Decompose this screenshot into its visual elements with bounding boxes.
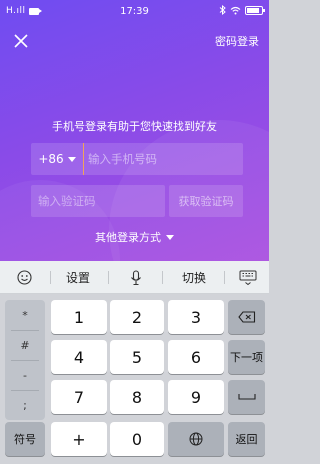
language-key[interactable] — [168, 422, 224, 456]
verification-code-input[interactable] — [31, 185, 165, 217]
chevron-down-icon — [166, 234, 174, 240]
symbol-column[interactable]: * # - ; — [5, 300, 45, 420]
phone-input[interactable] — [83, 143, 243, 175]
space-key[interactable] — [228, 380, 265, 414]
get-code-button[interactable]: 获取验证码 — [169, 185, 243, 217]
hide-keyboard-button[interactable] — [230, 261, 266, 294]
backspace-key[interactable] — [228, 300, 265, 334]
next-field-key[interactable]: 下一项 — [228, 340, 265, 374]
country-code-label: +86 — [38, 152, 64, 166]
switch-keyboard-button[interactable]: 切换 — [172, 261, 216, 294]
login-panel: H.ıll 17:39 密码登录 手机号登录有助于您快速找到好友 +86 获取验… — [0, 0, 269, 261]
keyboard-toolbar: 设置 切换 — [0, 261, 269, 294]
battery-icon — [245, 5, 265, 15]
key-2[interactable]: 2 — [110, 300, 164, 334]
wifi-icon — [230, 6, 241, 14]
symbol-key[interactable]: * — [5, 300, 45, 330]
backspace-icon — [237, 311, 255, 323]
key-1[interactable]: 1 — [51, 300, 107, 334]
key-9[interactable]: 9 — [168, 380, 224, 414]
status-bar: H.ıll 17:39 — [0, 0, 269, 24]
voice-input-button[interactable] — [118, 261, 154, 294]
microphone-icon — [131, 269, 141, 285]
settings-button[interactable]: 设置 — [56, 261, 100, 294]
bluetooth-icon — [219, 5, 226, 15]
plus-key[interactable]: + — [51, 422, 107, 456]
key-8[interactable]: 8 — [110, 380, 164, 414]
symbol-key[interactable]: ; — [5, 390, 45, 420]
code-row: 获取验证码 — [31, 185, 243, 217]
symbol-key[interactable]: - — [5, 360, 45, 390]
country-code-select[interactable]: +86 — [31, 152, 83, 166]
globe-icon — [189, 432, 203, 446]
key-3[interactable]: 3 — [168, 300, 224, 334]
emoji-button[interactable] — [6, 261, 42, 294]
login-hint: 手机号登录有助于您快速找到好友 — [52, 120, 217, 133]
other-login-label: 其他登录方式 — [95, 231, 161, 244]
space-icon — [237, 394, 256, 400]
numeric-keyboard: * # - ; 1 2 3 4 5 6 下一项 7 8 9 符号 + 0 返回 — [0, 294, 269, 464]
key-7[interactable]: 7 — [51, 380, 107, 414]
chevron-down-icon — [67, 156, 76, 162]
symbol-key[interactable]: # — [5, 330, 45, 360]
symbols-key[interactable]: 符号 — [5, 422, 45, 456]
phone-row: +86 — [31, 143, 243, 175]
other-login-button[interactable]: 其他登录方式 — [0, 229, 269, 245]
key-6[interactable]: 6 — [168, 340, 224, 374]
password-login-link[interactable]: 密码登录 — [215, 33, 259, 49]
keyboard-hide-icon — [239, 270, 257, 285]
key-4[interactable]: 4 — [51, 340, 107, 374]
key-5[interactable]: 5 — [110, 340, 164, 374]
emoji-icon — [16, 270, 32, 285]
key-0[interactable]: 0 — [110, 422, 164, 456]
close-icon[interactable] — [12, 32, 30, 50]
return-key[interactable]: 返回 — [228, 422, 265, 456]
